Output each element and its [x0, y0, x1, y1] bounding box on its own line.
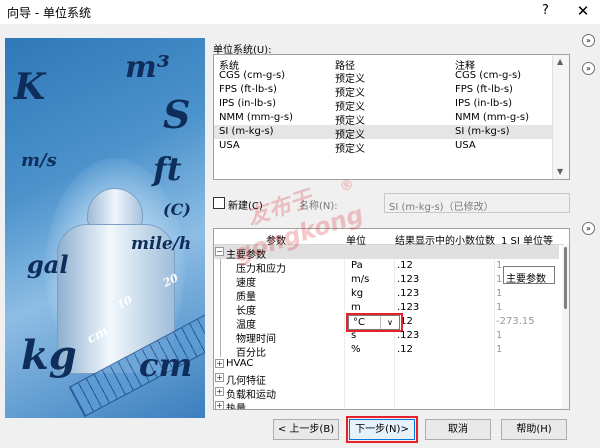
list-item[interactable]: FPS (ft-lb-s) 预定义 FPS (ft-lb-s) — [214, 83, 552, 99]
list-item-selected[interactable]: SI (m-kg-s) 预定义 SI (m-kg-s) — [214, 125, 552, 141]
unit-s: S — [163, 92, 191, 137]
unit-cm-large: cm — [139, 346, 193, 384]
list-item[interactable]: IPS (in-lb-s) 预定义 IPS (in-lb-s) — [214, 97, 552, 113]
help-button[interactable]: 帮助(H) — [501, 419, 567, 440]
table-row[interactable]: 物理时间 s .123 1 — [214, 329, 559, 345]
scroll-down-icon[interactable]: ▼ — [557, 167, 563, 176]
list-item[interactable]: CGS (cm-g-s) 预定义 CGS (cm-g-s) — [214, 69, 552, 85]
expand-right-icon[interactable]: » — [582, 62, 595, 75]
cancel-button[interactable]: 取消 — [425, 419, 491, 440]
unit-ms: m/s — [21, 150, 57, 171]
scroll-up-icon[interactable]: ▲ — [557, 57, 563, 66]
table-row[interactable]: 质量 kg .123 1 — [214, 287, 559, 303]
expand-right-icon[interactable]: » — [582, 222, 595, 235]
help-icon[interactable]: ? — [542, 3, 549, 18]
expand-icon[interactable]: + — [215, 401, 224, 409]
close-icon[interactable]: ✕ — [569, 1, 597, 21]
unit-system-list[interactable]: 系统 路径 注释 CGS (cm-g-s) 预定义 CGS (cm-g-s) F… — [213, 54, 570, 180]
group-hvac[interactable]: + HVAC — [214, 357, 559, 371]
table-row[interactable]: 百分比 % .12 1 — [214, 343, 559, 359]
unit-m3: m³ — [125, 50, 170, 85]
unit-mileh: mile/h — [131, 234, 192, 254]
expand-icon[interactable]: + — [215, 359, 224, 368]
unit-ft: ft — [153, 150, 182, 188]
list-scrollbar[interactable]: ▲ ▼ — [552, 55, 569, 179]
unit-c: (C) — [163, 200, 191, 219]
back-button[interactable]: < 上一步(B) — [273, 419, 339, 440]
wizard-illustration: K m³ S m/s ft (C) mile/h gal kg cm cm 10… — [5, 38, 205, 418]
grid-scroll-thumb[interactable] — [564, 247, 567, 309]
expand-icon[interactable]: + — [215, 387, 224, 396]
group-geometry[interactable]: + 几何特征 — [214, 371, 559, 387]
expand-right-icon[interactable]: » — [582, 34, 595, 47]
group-heat[interactable]: + 热量 — [214, 399, 559, 409]
list-item[interactable]: NMM (mm-g-s) 预定义 NMM (mm-g-s) — [214, 111, 552, 127]
grid-scrollbar[interactable] — [562, 245, 569, 409]
title-bar: 向导 - 单位系统 ? ✕ — [0, 0, 600, 24]
group-loads-motion[interactable]: + 负载和运动 — [214, 385, 559, 401]
window-title: 向导 - 单位系统 — [7, 6, 91, 20]
next-button-highlight — [346, 416, 418, 443]
name-field-value: SI (m-kg-s)（已修改） — [389, 202, 494, 213]
unit-system-header: 系统 路径 注释 — [214, 55, 552, 72]
expand-icon[interactable]: + — [215, 373, 224, 382]
unit-kg: kg — [21, 332, 77, 379]
tooltip: 主要参数 — [503, 266, 555, 285]
unit-k: K — [14, 66, 46, 108]
unit-gal: gal — [27, 250, 69, 279]
new-checkbox[interactable] — [213, 197, 225, 209]
list-item[interactable]: USA 预定义 USA — [214, 139, 552, 155]
name-field[interactable]: SI (m-kg-s)（已修改） — [384, 193, 570, 213]
collapse-icon[interactable]: − — [215, 247, 224, 256]
